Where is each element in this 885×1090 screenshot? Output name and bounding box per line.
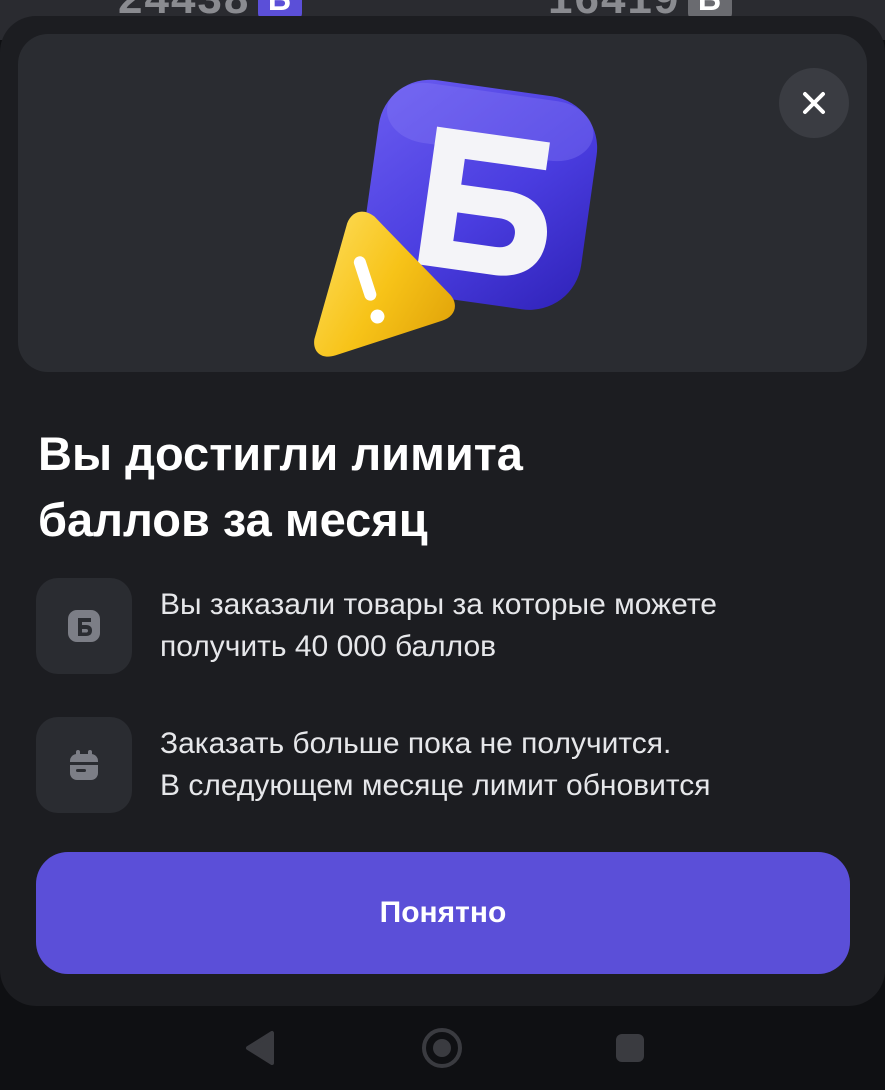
home-icon[interactable] bbox=[420, 1026, 464, 1070]
info-calendar-line1: Заказать больше пока не получится. bbox=[160, 727, 672, 760]
close-button[interactable] bbox=[779, 68, 849, 138]
close-icon bbox=[803, 92, 825, 114]
info-row-calendar: Заказать больше пока не получится. В сле… bbox=[36, 717, 848, 813]
hero-banner bbox=[18, 34, 867, 372]
limit-bottom-sheet: Вы достигли лимита баллов за месяц Вы за… bbox=[0, 16, 885, 1006]
recents-icon[interactable] bbox=[608, 1026, 652, 1070]
info-text-calendar: Заказать больше пока не получится. В сле… bbox=[160, 723, 710, 807]
ok-button[interactable]: Понятно bbox=[36, 852, 850, 974]
points-icon bbox=[36, 578, 132, 674]
info-calendar-line2: В следующем месяце лимит обновится bbox=[160, 769, 711, 802]
info-text-points: Вы заказали товары за которые можете пол… bbox=[160, 584, 717, 668]
screen: 24438 Б 16419 Б bbox=[0, 0, 885, 1090]
system-navbar bbox=[0, 1006, 885, 1090]
modal-title-line1: Вы достигли лимита bbox=[38, 427, 523, 480]
back-icon[interactable] bbox=[238, 1026, 282, 1070]
info-points-line2: получить 40 000 баллов bbox=[160, 630, 497, 663]
calendar-icon bbox=[36, 717, 132, 813]
info-points-line1: Вы заказали товары за которые можете bbox=[160, 588, 717, 621]
modal-title: Вы достигли лимита баллов за месяц bbox=[38, 421, 838, 553]
modal-title-line2: баллов за месяц bbox=[38, 493, 428, 546]
info-row-points: Вы заказали товары за которые можете пол… bbox=[36, 578, 848, 674]
points-limit-illustration bbox=[314, 79, 598, 357]
